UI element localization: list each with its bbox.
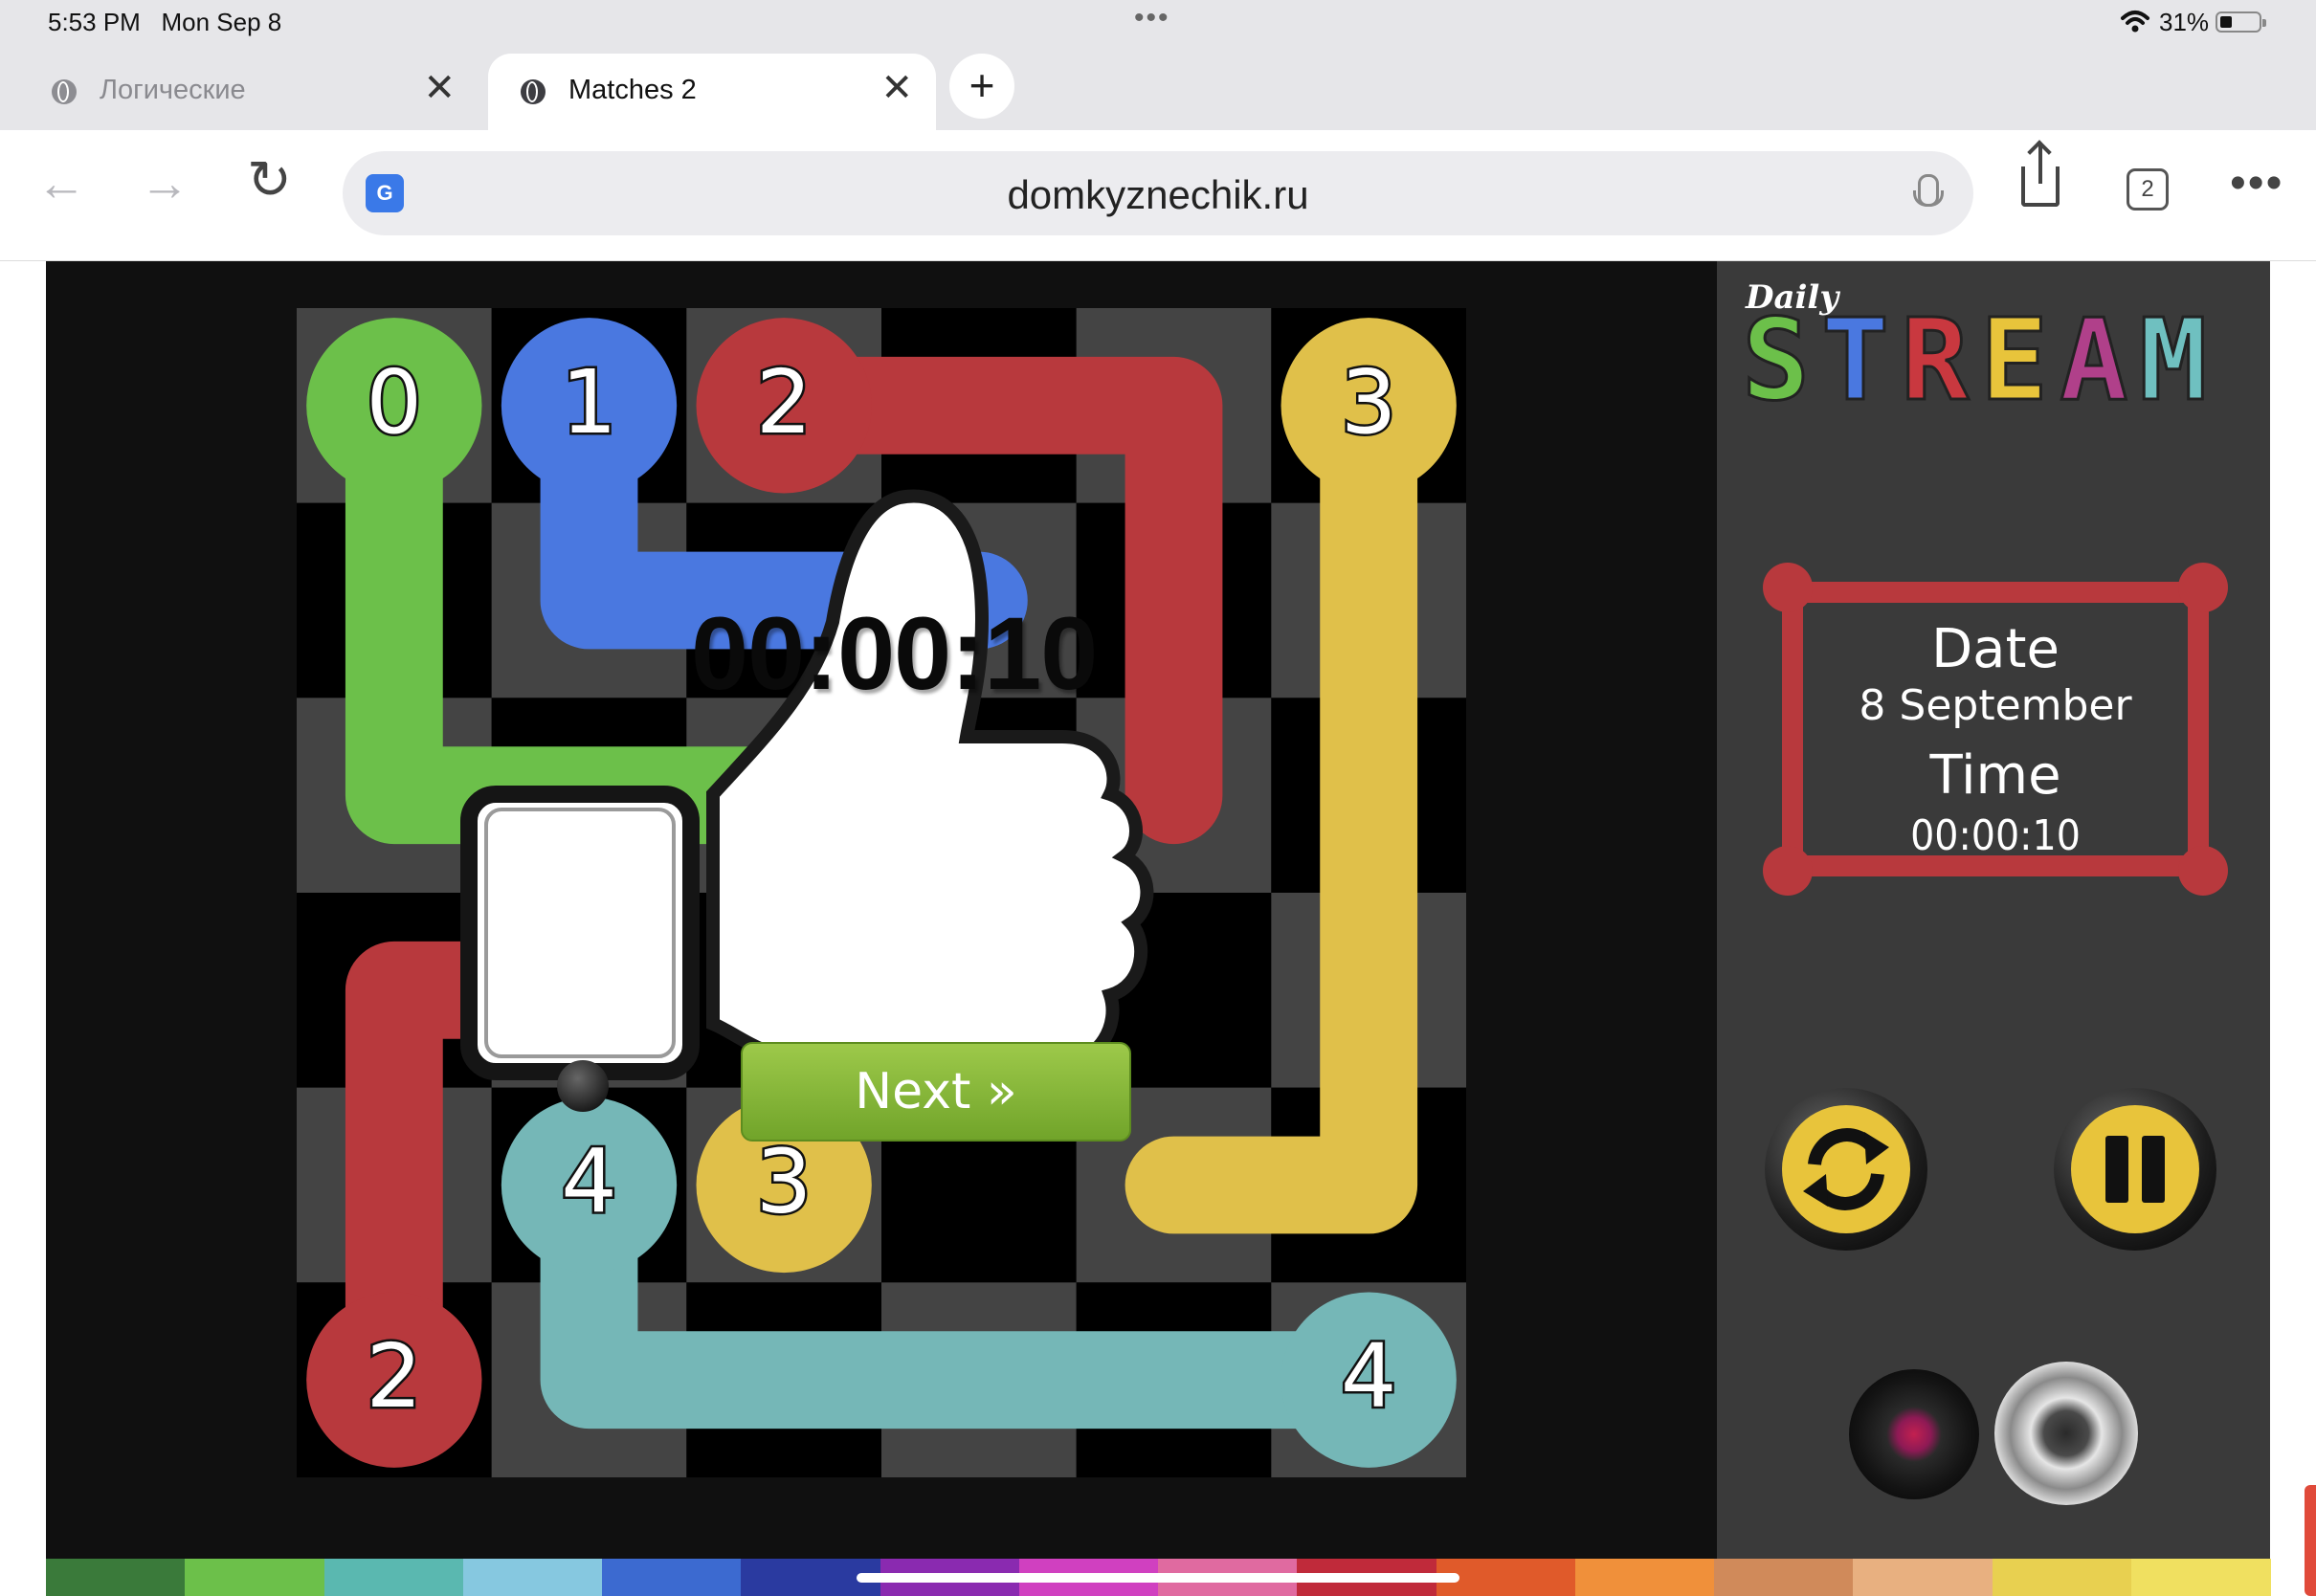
back-arrow-icon[interactable]: ←: [36, 159, 86, 209]
tab-bar: Логические ✕ Matches 2 ✕ +: [0, 44, 2316, 130]
rainbow-segment: [46, 1559, 187, 1596]
logo-letter: M: [2138, 294, 2219, 426]
rainbow-segment: [2130, 1559, 2271, 1596]
tab-matches-2[interactable]: Matches 2 ✕: [488, 54, 936, 130]
share-icon[interactable]: [2021, 145, 2060, 207]
tab-logicheskie[interactable]: Логические ✕: [19, 54, 479, 130]
rainbow-segment: [1853, 1559, 1993, 1596]
frame-corner: [2178, 563, 2228, 612]
rainbow-segment: [1992, 1559, 2132, 1596]
time-value: 00:00:10: [1910, 811, 2081, 860]
microphone-icon[interactable]: [1913, 174, 1944, 207]
home-indicator: [857, 1573, 1459, 1583]
rainbow-segment: [1714, 1559, 1855, 1596]
date-value: 8 September: [1859, 681, 2132, 730]
endpoint-number: 4: [1341, 1325, 1397, 1428]
game-sidebar: Daily STREAM Date 8 September Time 00:00…: [1717, 261, 2270, 1559]
next-level-button[interactable]: Next »: [741, 1042, 1131, 1142]
frame-corner: [1763, 563, 1813, 612]
logo-letter: T: [1820, 294, 1902, 426]
date-label: Date: [1931, 618, 2060, 680]
status-bar: 5:53 PM Mon Sep 8 ••• 31%: [0, 0, 2316, 44]
edge-tab: [2305, 1485, 2316, 1596]
new-tab-button[interactable]: +: [949, 54, 1014, 119]
restart-icon: [1782, 1105, 1910, 1233]
wifi-icon: [2121, 11, 2149, 33]
rainbow-segment: [462, 1559, 603, 1596]
rainbow-segment: [1574, 1559, 1715, 1596]
reload-icon[interactable]: ↻: [247, 153, 292, 207]
stream-logo: STREAM: [1740, 302, 2218, 418]
restart-button[interactable]: [1765, 1088, 1927, 1251]
time-label: Time: [1929, 744, 2061, 807]
logo-letter: E: [1979, 294, 2060, 426]
endpoint-number: 0: [367, 351, 423, 454]
endpoint-number: 2: [367, 1325, 423, 1428]
logo-letter: A: [2059, 294, 2140, 426]
logo-letter: S: [1740, 294, 1822, 426]
address-bar[interactable]: G domkyznechik.ru: [343, 151, 1973, 235]
url-text[interactable]: domkyznechik.ru: [343, 172, 1973, 218]
speaker-icon[interactable]: [1994, 1362, 2138, 1505]
endpoint-number: 2: [756, 351, 813, 454]
battery-percent: 31%: [2159, 8, 2210, 36]
globe-icon: [521, 79, 546, 104]
date-time-panel: Date 8 September Time 00:00:10: [1763, 563, 2228, 896]
pause-icon: [2071, 1105, 2199, 1233]
close-icon[interactable]: ✕: [423, 69, 456, 107]
tab-title: Логические: [100, 75, 246, 105]
rainbow-segment: [185, 1559, 325, 1596]
globe-icon: [52, 79, 77, 104]
rainbow-segment: [323, 1559, 464, 1596]
multitask-dots-icon[interactable]: •••: [1134, 2, 1170, 34]
pause-button[interactable]: [2054, 1088, 2216, 1251]
navigation-bar: ← → ↻ G domkyznechik.ru 2 •••: [0, 130, 2316, 261]
close-icon[interactable]: ✕: [880, 69, 913, 107]
status-time: 5:53 PM Mon Sep 8: [48, 8, 282, 36]
logo-letter: R: [1900, 294, 1981, 426]
thumbs-up-hand: [706, 489, 1154, 1069]
tab-count-button[interactable]: 2: [2127, 168, 2169, 211]
rainbow-segment: [602, 1559, 743, 1596]
cuff-button-icon: [557, 1060, 609, 1112]
forward-arrow-icon[interactable]: →: [140, 159, 189, 209]
endpoint-number: 3: [1341, 351, 1397, 454]
endpoint-number: 1: [561, 351, 617, 454]
completion-time: 00:00:10: [691, 595, 1098, 711]
battery-icon: [2216, 11, 2266, 33]
tab-title: Matches 2: [568, 75, 697, 105]
more-options-icon[interactable]: •••: [2230, 157, 2283, 210]
music-toggle-icon[interactable]: [1849, 1369, 1979, 1499]
